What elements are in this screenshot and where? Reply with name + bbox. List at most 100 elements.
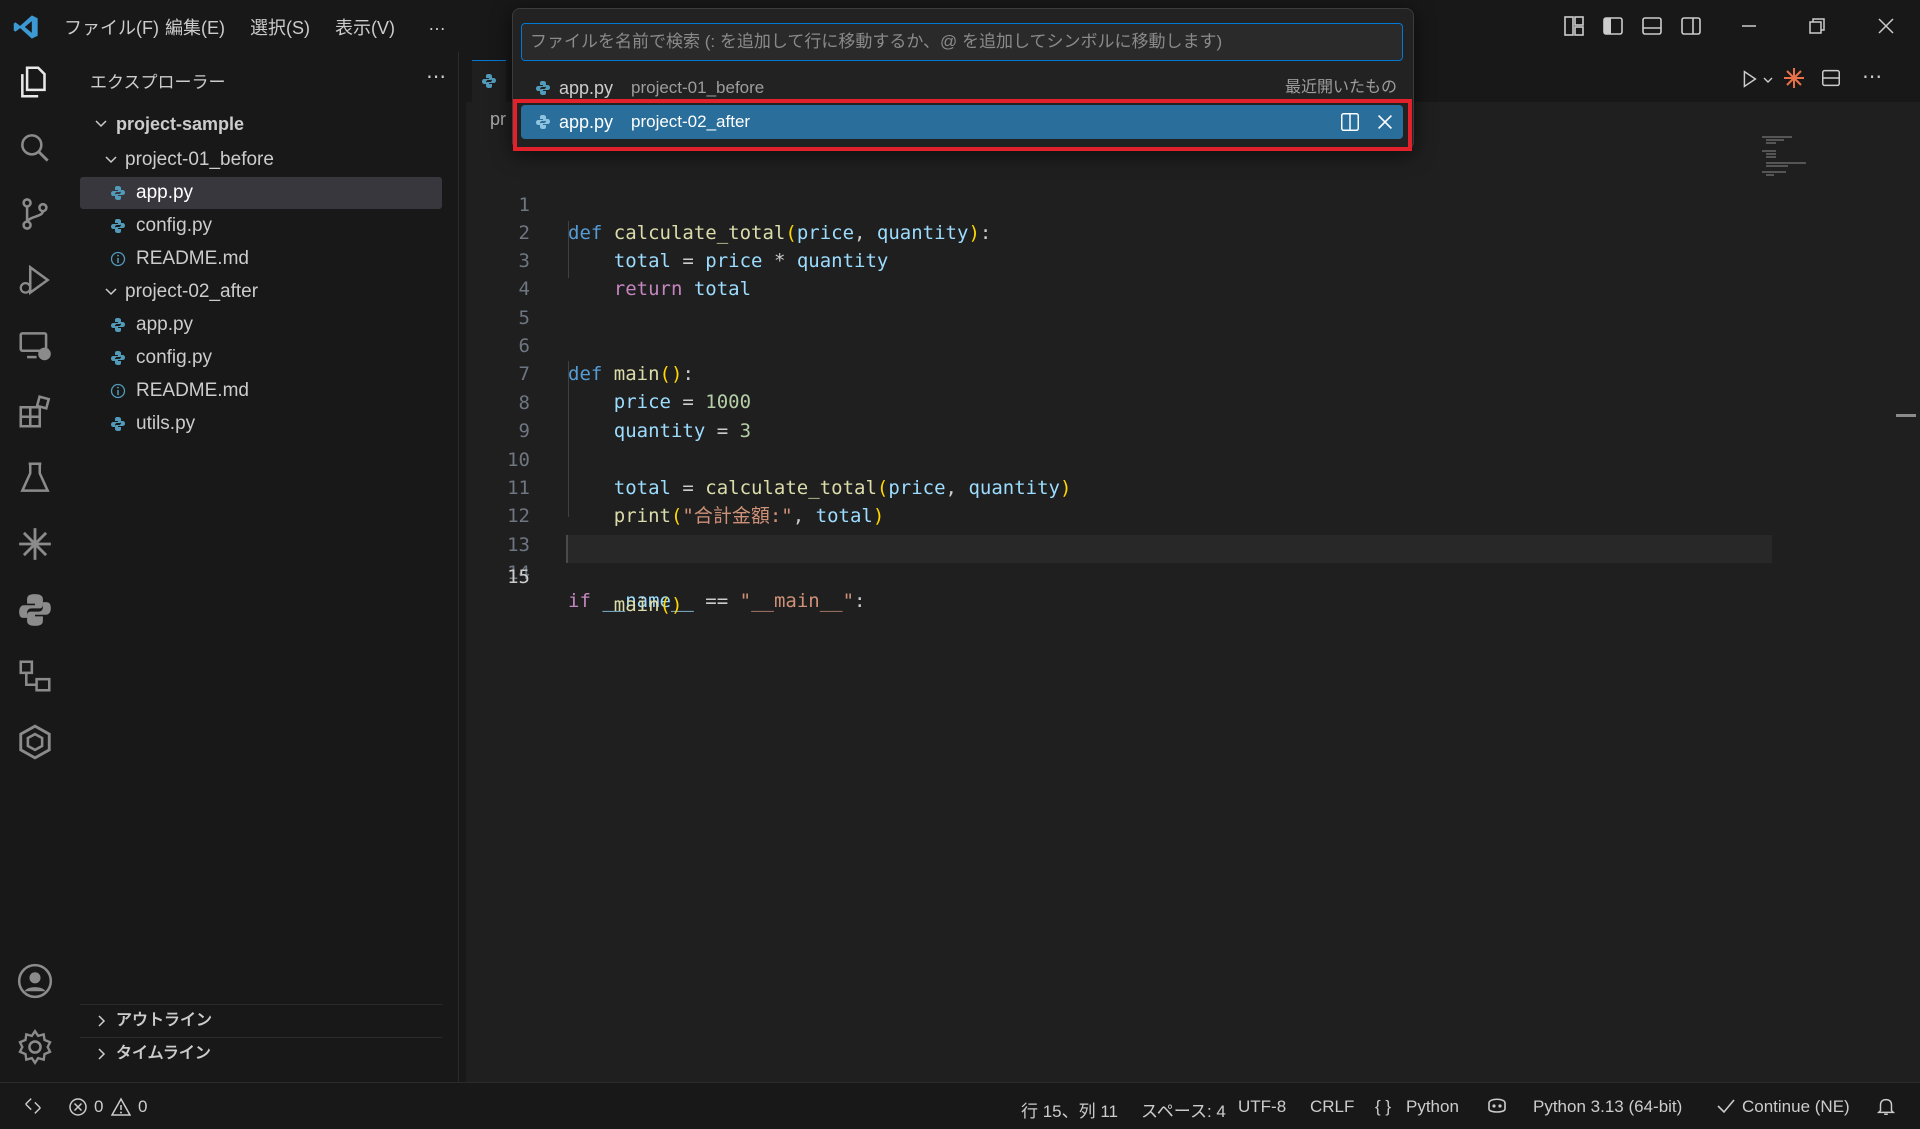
python-icon[interactable] <box>16 591 54 629</box>
menu-selection[interactable]: 選択(S) <box>250 14 310 40</box>
remote-explorer-icon[interactable] <box>16 327 54 365</box>
status-bar: 0 0 行 15、列 11 スペース: 4 UTF-8 CRLF { } Pyt… <box>0 1082 1920 1129</box>
code-line: 8 quantity = 3 <box>466 361 752 442</box>
account-icon[interactable] <box>16 962 54 1000</box>
hierarchy-icon[interactable] <box>16 657 54 695</box>
outline-section[interactable]: アウトライン <box>80 1004 442 1037</box>
tree-root-label: project-sample <box>116 114 245 134</box>
chevron-right-icon <box>98 1048 106 1060</box>
more-actions-icon[interactable]: ⋯ <box>426 64 446 89</box>
sidebar-title: エクスプローラー <box>90 73 226 92</box>
language-mode[interactable]: Python <box>1406 1097 1459 1117</box>
source-control-icon[interactable] <box>16 195 54 233</box>
code-line: 12 <box>466 474 530 527</box>
code-line: 9 <box>466 389 530 442</box>
quick-open-input[interactable] <box>521 23 1403 61</box>
outline-label: アウトライン <box>116 1012 213 1029</box>
split-editor-icon[interactable] <box>1820 67 1842 89</box>
code-line: 10 total = calculate_total(price, quanti… <box>466 418 1071 499</box>
error-count[interactable]: 0 <box>94 1097 103 1117</box>
timeline-label: タイムライン <box>116 1045 211 1062</box>
indentation[interactable]: スペース: 4 <box>1141 1097 1226 1122</box>
tree-file-app-py[interactable]: app.py <box>80 309 442 341</box>
current-line-highlight <box>566 535 1772 563</box>
extensions-icon[interactable] <box>16 393 54 431</box>
tree-folder-label: project-01_before <box>125 149 274 170</box>
claude-sparkle-icon[interactable] <box>1782 66 1806 90</box>
breadcrumb[interactable]: pr <box>490 109 506 130</box>
warning-icon[interactable] <box>111 1097 131 1117</box>
tree-file-label: config.py <box>136 347 213 368</box>
minimize-icon[interactable] <box>1737 14 1761 38</box>
customize-layout-icon[interactable] <box>1562 14 1586 38</box>
editor-more-actions-icon[interactable]: ⋯ <box>1862 64 1882 89</box>
annotation-highlight-box <box>513 99 1412 151</box>
tree-folder-project-01[interactable]: project-01_before <box>80 144 442 176</box>
restore-icon[interactable] <box>1805 14 1829 38</box>
tree-file-label: README.md <box>136 248 249 269</box>
toggle-primary-sidebar-icon[interactable] <box>1601 14 1625 38</box>
timeline-section[interactable]: タイムライン <box>80 1037 442 1070</box>
testing-icon[interactable] <box>16 459 54 497</box>
activity-bar <box>0 52 70 1082</box>
code-line: 3 return total <box>466 219 752 300</box>
check-icon <box>1717 1099 1735 1114</box>
chevron-down-icon[interactable] <box>1762 74 1774 86</box>
encoding[interactable]: UTF-8 <box>1238 1097 1286 1117</box>
settings-gear-icon[interactable] <box>16 1028 54 1066</box>
tree-file-config-py[interactable]: config.py <box>80 342 442 374</box>
notifications-bell-icon[interactable] <box>1875 1095 1897 1117</box>
warning-count[interactable]: 0 <box>138 1097 147 1117</box>
menu-edit[interactable]: 編集(E) <box>165 14 225 40</box>
minimap[interactable] <box>1760 132 1840 212</box>
python-file-icon <box>482 74 496 88</box>
run-python-file-icon[interactable] <box>1738 68 1760 90</box>
continue-status[interactable]: Continue (NE) <box>1742 1097 1850 1117</box>
tree-file-readme[interactable]: README.md <box>80 375 442 407</box>
scrollbar-marker[interactable] <box>1896 414 1916 417</box>
code-line: 11 print("合計金額:", total) <box>466 446 884 527</box>
info-icon <box>110 251 126 267</box>
search-icon[interactable] <box>16 129 54 167</box>
line-ending[interactable]: CRLF <box>1310 1097 1354 1117</box>
error-icon[interactable] <box>68 1097 88 1117</box>
tree-file-label: utils.py <box>136 413 196 434</box>
editor-area: ⋯ pr 1 def calculate_total(price, quanti… <box>466 52 1920 1082</box>
toggle-secondary-sidebar-icon[interactable] <box>1679 14 1703 38</box>
explorer-icon[interactable] <box>16 63 54 101</box>
claude-icon[interactable] <box>16 525 54 563</box>
code-line: 2 total = price * quantity <box>466 191 889 272</box>
code-line: 5 <box>466 276 530 329</box>
copilot-hexagon-icon[interactable] <box>16 723 54 761</box>
python-interpreter[interactable]: Python 3.13 (64-bit) <box>1533 1097 1682 1117</box>
tree-file-readme[interactable]: README.md <box>80 243 442 275</box>
toggle-panel-icon[interactable] <box>1640 14 1664 38</box>
tree-file-utils-py[interactable]: utils.py <box>80 408 442 440</box>
menu-view[interactable]: 表示(V) <box>335 14 395 40</box>
tree-folder-label: project-02_after <box>125 281 259 302</box>
tab-app-py[interactable] <box>472 60 506 103</box>
close-window-icon[interactable] <box>1874 14 1898 38</box>
menu-more[interactable]: … <box>428 14 446 35</box>
tree-folder-project-02[interactable]: project-02_after <box>80 276 442 308</box>
braces-icon: { } <box>1375 1097 1392 1116</box>
info-icon <box>110 383 126 399</box>
run-debug-icon[interactable] <box>16 261 54 299</box>
menu-file[interactable]: ファイル(F) <box>64 14 159 40</box>
remote-indicator-icon[interactable] <box>22 1095 44 1117</box>
tree-file-label: config.py <box>136 215 213 236</box>
vscode-logo-icon[interactable] <box>12 13 40 41</box>
cursor-position[interactable]: 行 15、列 11 <box>1021 1097 1118 1122</box>
chevron-down-icon <box>105 288 117 296</box>
code-line: 7 price = 1000 <box>466 332 752 413</box>
code-line: 4 <box>466 247 530 300</box>
tree-file-label: app.py <box>136 314 194 335</box>
tree-root-folder[interactable]: project-sample <box>80 108 442 140</box>
tree-file-app-py[interactable]: app.py <box>80 177 442 209</box>
explorer-sidebar: エクスプローラー ⋯ project-sample project-01_bef… <box>72 52 459 1082</box>
python-file-icon <box>111 318 125 332</box>
tree-file-config-py[interactable]: config.py <box>80 210 442 242</box>
tree-file-label: README.md <box>136 380 249 401</box>
copilot-icon[interactable] <box>1485 1095 1509 1117</box>
code-line: 6 def main(): <box>466 304 694 385</box>
